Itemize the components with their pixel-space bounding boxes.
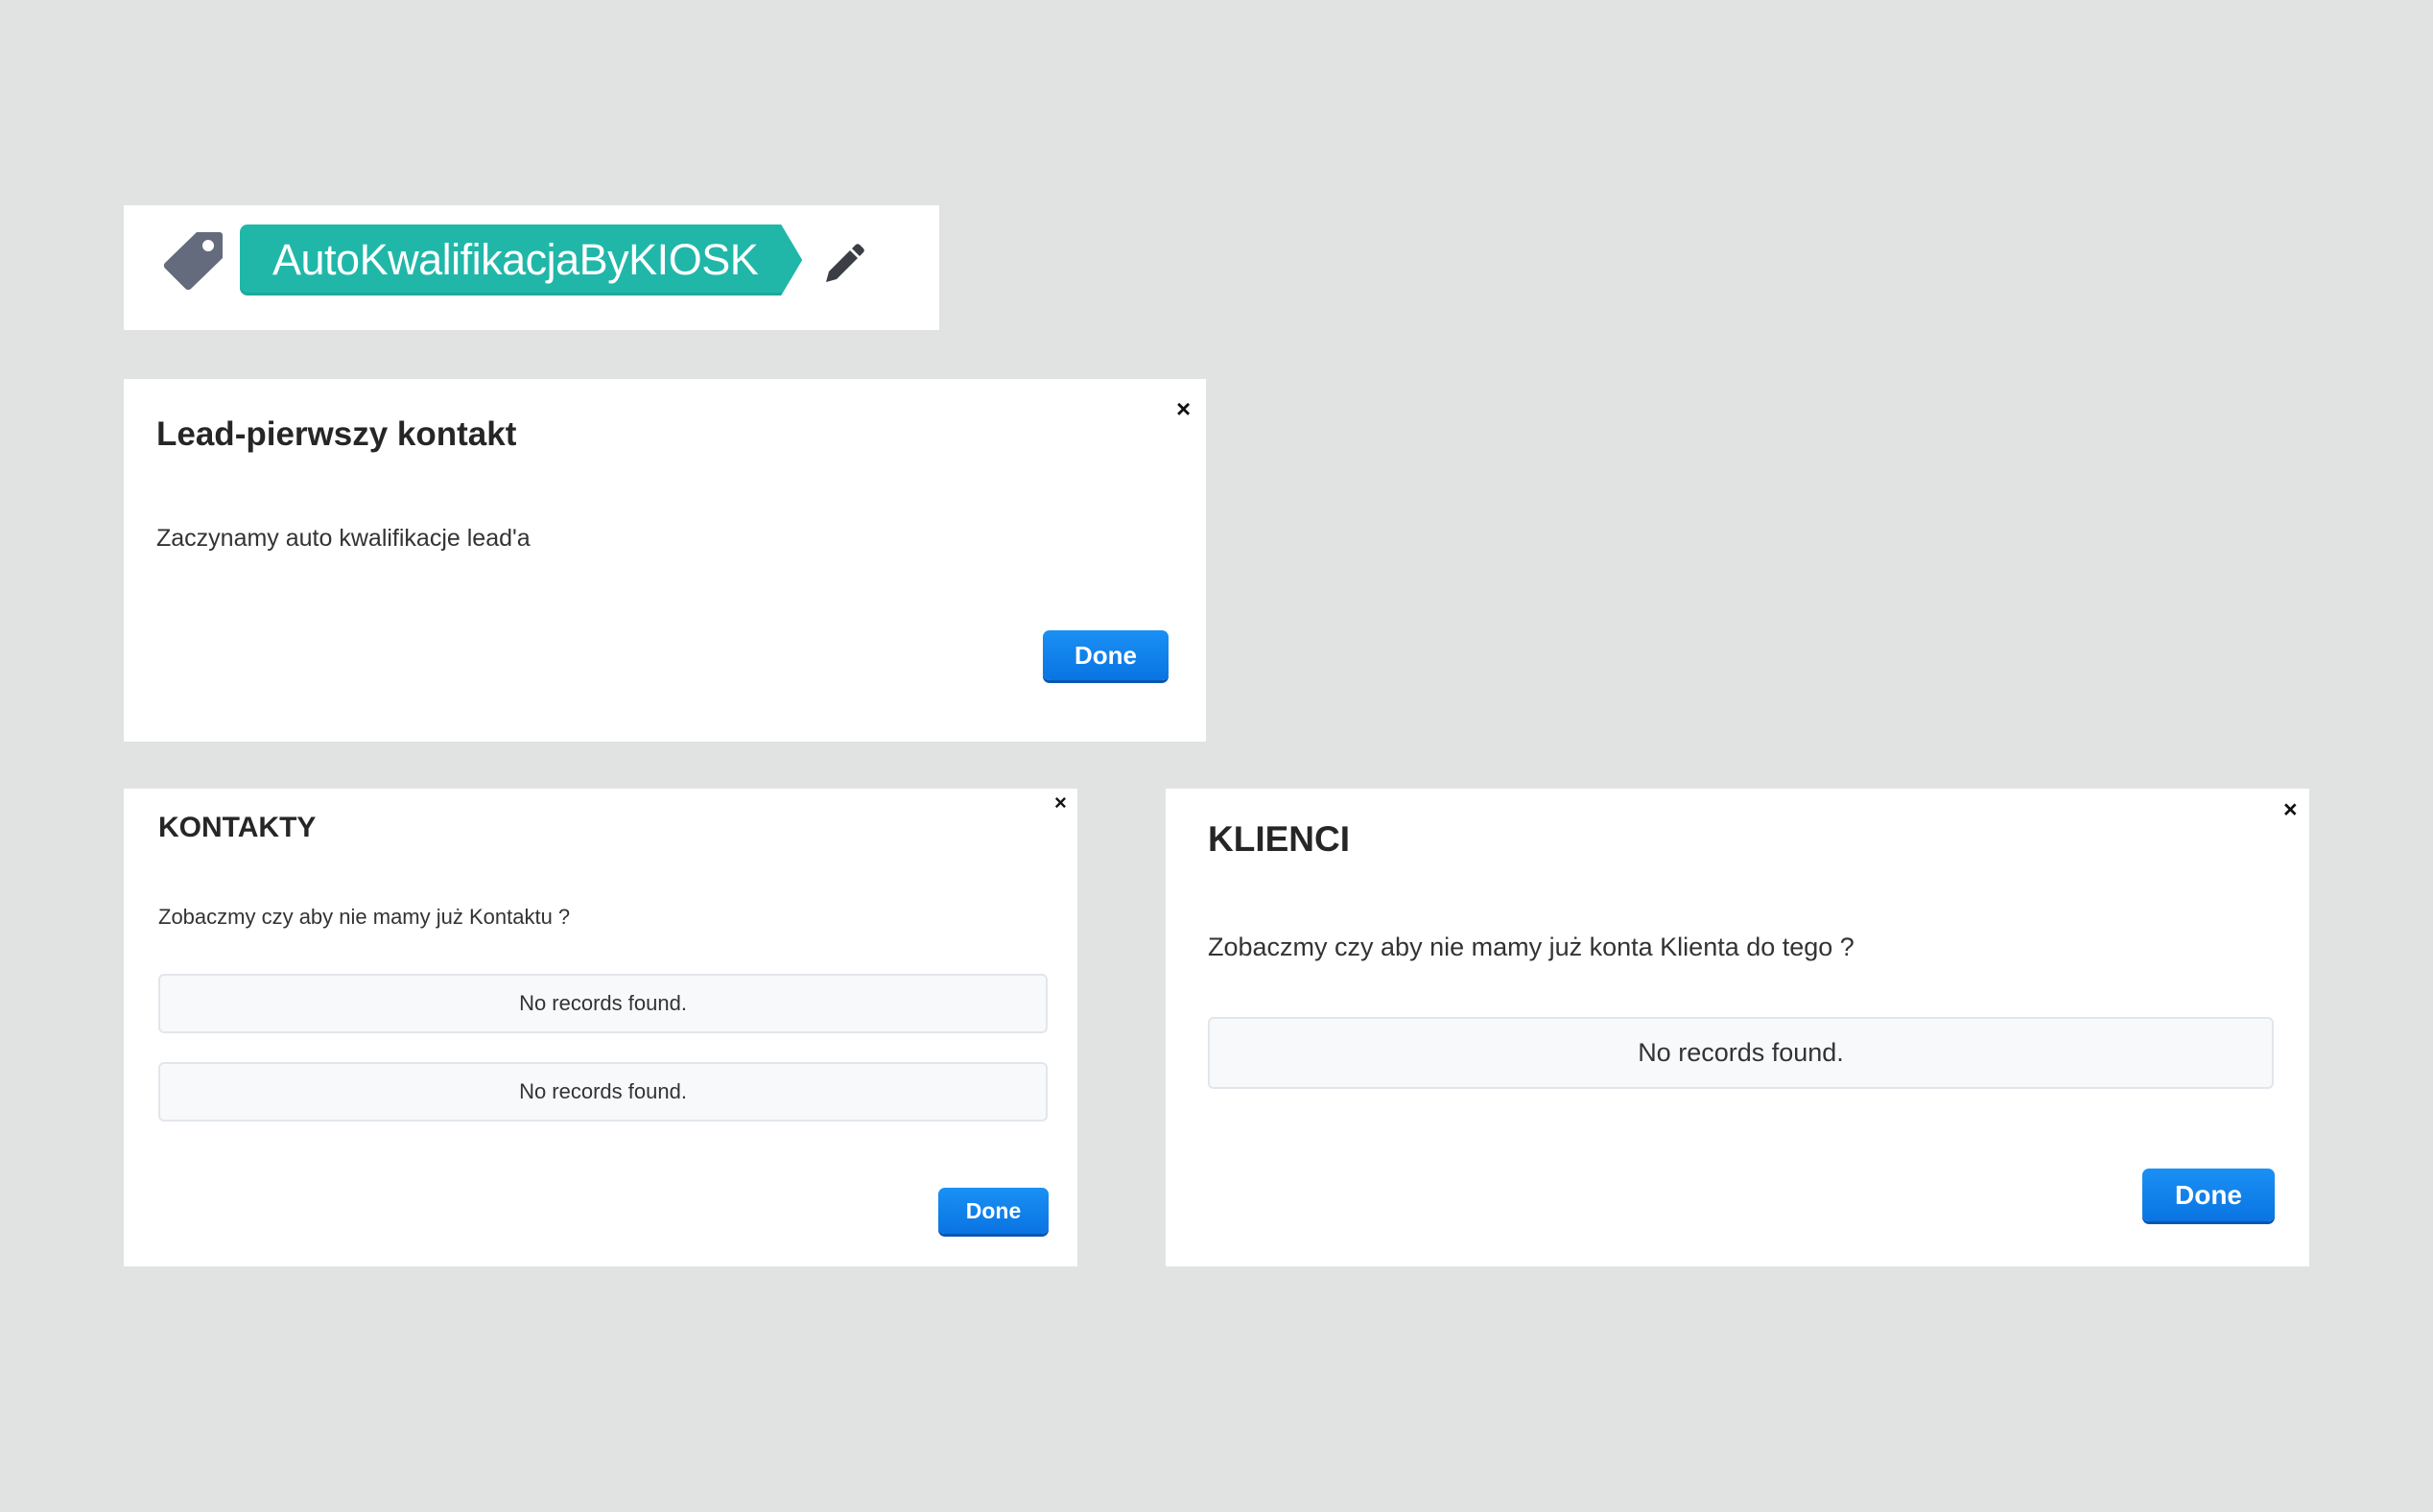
done-button[interactable]: Done bbox=[1043, 630, 1169, 680]
dialog-title: KLIENCI bbox=[1208, 819, 1350, 859]
pencil-icon[interactable] bbox=[822, 242, 866, 286]
tag-panel: AutoKwalifikacjaByKIOSK bbox=[124, 205, 939, 330]
records-list-empty: No records found. bbox=[1208, 1017, 2274, 1089]
dialog-title: KONTAKTY bbox=[158, 812, 317, 843]
dialog-title: Lead-pierwszy kontakt bbox=[156, 415, 517, 453]
tag-chip[interactable]: AutoKwalifikacjaByKIOSK bbox=[240, 224, 802, 295]
records-list-empty: No records found. bbox=[158, 974, 1048, 1033]
close-icon[interactable]: × bbox=[1176, 396, 1191, 421]
close-icon[interactable]: × bbox=[2283, 797, 2298, 822]
kontakty-dialog: × KONTAKTY Zobaczmy czy aby nie mamy już… bbox=[124, 789, 1077, 1266]
tag-icon bbox=[163, 232, 223, 291]
dialog-message: Zobaczmy czy aby nie mamy już Kontaktu ? bbox=[158, 905, 571, 929]
records-list-empty: No records found. bbox=[158, 1062, 1048, 1122]
dialog-message: Zaczynamy auto kwalifikacje lead'a bbox=[156, 525, 531, 552]
close-icon[interactable]: × bbox=[1054, 791, 1067, 815]
dialog-message: Zobaczmy czy aby nie mamy już konta Klie… bbox=[1208, 933, 1854, 961]
done-button[interactable]: Done bbox=[2142, 1169, 2275, 1221]
klienci-dialog: × KLIENCI Zobaczmy czy aby nie mamy już … bbox=[1166, 789, 2309, 1266]
lead-dialog: × Lead-pierwszy kontakt Zaczynamy auto k… bbox=[124, 379, 1206, 742]
done-button[interactable]: Done bbox=[938, 1188, 1049, 1234]
